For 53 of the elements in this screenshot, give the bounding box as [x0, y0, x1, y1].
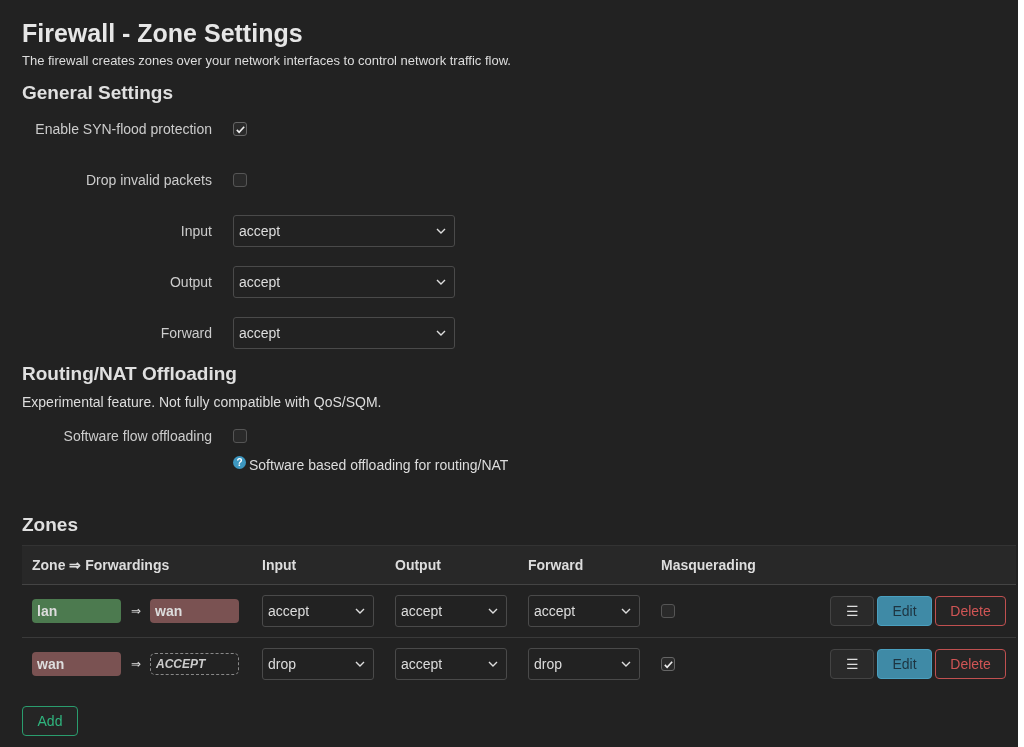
- chevron-down-icon: [436, 228, 446, 234]
- menu-button[interactable]: ☰: [830, 596, 874, 626]
- field-label: Software flow offloading: [62, 428, 212, 444]
- select-dropdown[interactable]: drop: [262, 648, 374, 680]
- select-dropdown[interactable]: accept: [395, 595, 507, 627]
- policy-badge: ACCEPT: [150, 653, 239, 675]
- chevron-down-icon: [436, 279, 446, 285]
- chevron-down-icon: [488, 608, 498, 614]
- arrow-glyph: ⇒: [129, 657, 142, 671]
- column-header: Forward: [528, 557, 585, 573]
- select-dropdown[interactable]: accept: [395, 648, 507, 680]
- field-label: Drop invalid packets: [84, 172, 212, 188]
- add-button[interactable]: Add: [22, 706, 78, 736]
- select-dropdown[interactable]: accept: [233, 266, 455, 298]
- chevron-down-icon: [436, 330, 446, 336]
- section-heading: Zones: [22, 513, 79, 537]
- column-header: Masquerading: [661, 557, 757, 573]
- help-icon: ?: [233, 456, 246, 469]
- page-title: Firewall - Zone Settings: [22, 18, 304, 48]
- section-heading: Routing/NAT Offloading: [22, 362, 238, 386]
- zone-badge: wan: [150, 599, 239, 623]
- chevron-down-icon: [621, 608, 631, 614]
- checkbox[interactable]: [661, 604, 675, 618]
- column-header: Input: [262, 557, 298, 573]
- select-dropdown[interactable]: accept: [233, 215, 455, 247]
- select-dropdown[interactable]: accept: [528, 595, 640, 627]
- checkbox[interactable]: [233, 122, 247, 136]
- select-dropdown[interactable]: accept: [233, 317, 455, 349]
- select-dropdown[interactable]: accept: [262, 595, 374, 627]
- arrow-glyph: ⇒: [129, 604, 142, 618]
- column-header: Output: [395, 557, 442, 573]
- menu-button[interactable]: ☰: [830, 649, 874, 679]
- checkbox[interactable]: [233, 429, 247, 443]
- chevron-down-icon: [488, 661, 498, 667]
- zone-badge: wan: [32, 652, 121, 676]
- chevron-down-icon: [621, 661, 631, 667]
- page-description: The firewall creates zones over your network interfaces to control network traffic flow.: [22, 53, 512, 69]
- select-dropdown[interactable]: drop: [528, 648, 640, 680]
- field-label: Input: [179, 223, 212, 239]
- section-description: Experimental feature. Not fully compatible with QoS/SQM.: [22, 394, 383, 410]
- help-text: Software based offloading for routing/NAT: [249, 457, 509, 473]
- field-label: Forward: [159, 325, 212, 341]
- chevron-down-icon: [355, 661, 365, 667]
- field-label: Enable SYN-flood protection: [34, 121, 212, 137]
- checkbox[interactable]: [233, 173, 247, 187]
- checkbox[interactable]: [661, 657, 675, 671]
- column-header: Zone ⇒ Forwardings: [31, 557, 171, 573]
- delete-button[interactable]: Delete: [935, 649, 1006, 679]
- delete-button[interactable]: Delete: [935, 596, 1006, 626]
- chevron-down-icon: [355, 608, 365, 614]
- zone-badge: lan: [32, 599, 121, 623]
- field-label: Output: [168, 274, 212, 290]
- section-heading: General Settings: [22, 81, 174, 105]
